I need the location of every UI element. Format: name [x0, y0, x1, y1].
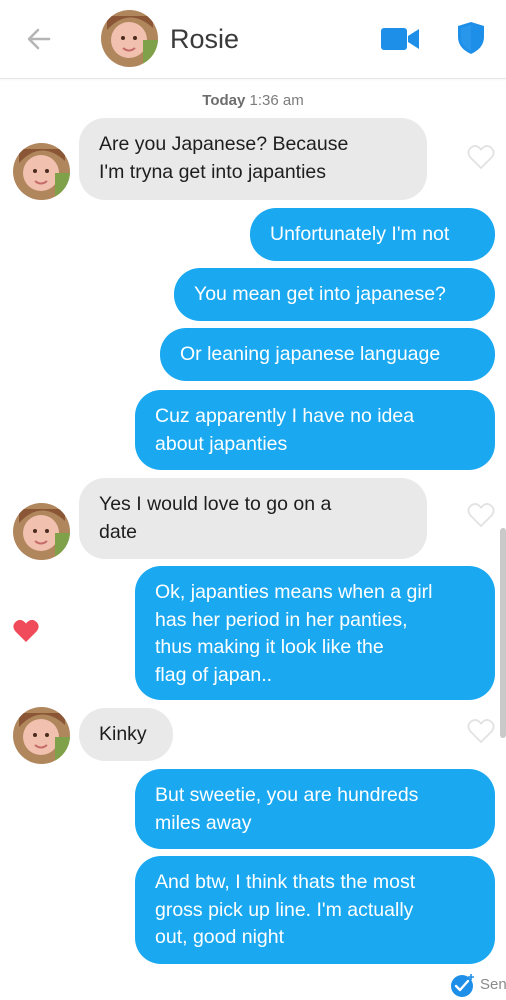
sender-avatar[interactable] — [13, 143, 70, 200]
outgoing-message[interactable]: Ok, japanties means when a girl has her … — [135, 566, 495, 700]
like-button[interactable] — [467, 502, 495, 528]
timestamp-time: 1:36 am — [249, 92, 304, 109]
sent-label: Sent — [480, 976, 506, 993]
shield-icon — [458, 22, 484, 54]
heart-outline-icon — [467, 719, 495, 744]
like-button[interactable] — [12, 618, 40, 644]
arrow-left-icon — [27, 28, 51, 50]
like-button[interactable] — [467, 718, 495, 744]
incoming-message[interactable]: Kinky — [79, 708, 173, 761]
sent-check-icon — [451, 974, 474, 997]
incoming-message[interactable]: Yes I would love to go on a date — [79, 478, 427, 559]
heart-outline-icon — [467, 503, 495, 528]
outgoing-message[interactable]: And btw, I think thats the most gross pi… — [135, 856, 495, 964]
contact-name[interactable]: Rosie — [170, 22, 239, 56]
sender-avatar[interactable] — [13, 503, 70, 560]
outgoing-message[interactable]: Or leaning japanese language — [160, 328, 495, 381]
video-call-button[interactable] — [379, 24, 421, 54]
like-button[interactable] — [467, 144, 495, 170]
conversation-timestamp: Today 1:36 am — [0, 92, 506, 109]
outgoing-message[interactable]: You mean get into japanese? — [174, 268, 495, 321]
contact-avatar[interactable] — [101, 10, 158, 67]
outgoing-message[interactable]: But sweetie, you are hundreds miles away — [135, 769, 495, 849]
timestamp-day: Today — [202, 92, 246, 109]
scrollbar[interactable] — [500, 528, 506, 738]
heart-filled-icon — [13, 619, 39, 642]
heart-outline-icon — [467, 145, 495, 170]
sender-avatar[interactable] — [13, 707, 70, 764]
chat-header: Rosie — [0, 0, 506, 79]
incoming-message[interactable]: Are you Japanese? Because I'm tryna get … — [79, 118, 427, 200]
video-camera-icon — [381, 28, 419, 50]
safety-button[interactable] — [455, 20, 487, 56]
back-button[interactable] — [22, 22, 56, 56]
outgoing-message[interactable]: Cuz apparently I have no idea about japa… — [135, 390, 495, 470]
outgoing-message[interactable]: Unfortunately I'm not — [250, 208, 495, 261]
